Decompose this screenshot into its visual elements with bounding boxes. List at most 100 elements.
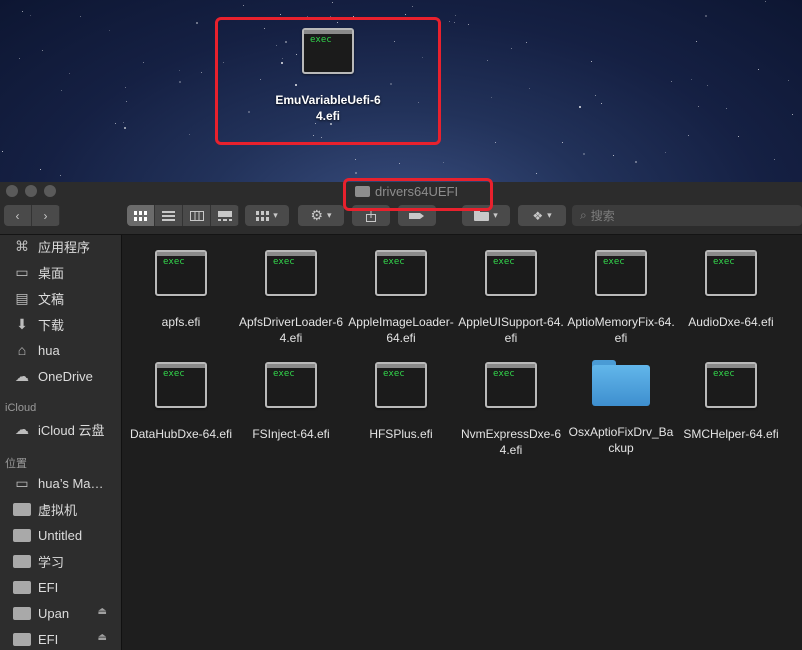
file-name: AppleUISupport-64.efi <box>458 315 564 345</box>
file-name: FSInject-64.efi <box>252 427 330 441</box>
star <box>487 60 489 62</box>
star <box>737 135 739 137</box>
file-item[interactable]: exec ApfsDriverLoader-64.efi <box>235 235 347 346</box>
star <box>69 72 71 74</box>
sidebar-item-label: 应用程序 <box>38 239 91 255</box>
star <box>196 21 199 24</box>
file-name: HFSPlus.efi <box>369 427 433 441</box>
exec-file-icon: exec <box>705 250 757 296</box>
folder-item[interactable]: OsxAptioFixDrv_Backup <box>565 347 677 456</box>
sidebar-item-label: hua’s Ma… <box>38 475 104 491</box>
minimize-button[interactable] <box>25 185 37 197</box>
star <box>411 6 413 8</box>
gallery-view-button[interactable] <box>211 205 239 226</box>
exec-file-icon: exec <box>375 250 427 296</box>
star <box>495 142 497 144</box>
file-item[interactable]: exec NvmExpressDxe-64.efi <box>455 347 567 458</box>
star <box>526 41 528 43</box>
sidebar-item[interactable]: EFI <box>12 628 58 650</box>
star <box>468 23 470 25</box>
eject-icon[interactable]: ⏏ <box>98 632 107 643</box>
sidebar-item[interactable]: EFI <box>12 576 58 598</box>
star <box>697 105 699 107</box>
star <box>695 41 697 43</box>
sidebar-item[interactable]: ▤ 文稿 <box>12 287 64 309</box>
file-item[interactable]: exec AptioMemoryFix-64.efi <box>565 235 677 346</box>
dropbox-button[interactable]: ❖ ▾ <box>518 205 566 226</box>
dropbox-icon: ❖ <box>532 208 544 223</box>
icon-view-button[interactable] <box>127 205 155 226</box>
file-name: SMCHelper-64.efi <box>683 427 779 441</box>
sidebar-item[interactable]: ☁ iCloud 云盘 <box>12 418 104 440</box>
folder-icon <box>12 527 32 543</box>
file-item[interactable]: exec apfs.efi <box>125 235 237 330</box>
file-item[interactable]: exec AppleUISupport-64.efi <box>455 235 567 346</box>
star <box>448 20 450 22</box>
cloud-icon: ☁ <box>15 367 29 384</box>
sidebar: ⌘ 应用程序 ▭ 桌面 ▤ 文稿 ⬇ 下载 ⌂ hua ☁ OneDrive iCloud ☁ iCloud… <box>0 235 122 650</box>
forward-button[interactable]: › <box>32 205 60 226</box>
star <box>613 154 615 156</box>
sidebar-item[interactable]: ⌂ hua <box>12 339 60 361</box>
star <box>511 48 513 50</box>
star <box>758 68 760 70</box>
column-view-button[interactable] <box>183 205 211 226</box>
sidebar-item[interactable]: ▭ hua’s Ma… <box>12 472 104 494</box>
sidebar-section-locations: 位置 <box>5 458 27 470</box>
star <box>126 100 128 102</box>
sidebar-item[interactable]: ☁ OneDrive <box>12 365 93 387</box>
highlight-box-desktop-file <box>215 17 441 145</box>
file-name: AptioMemoryFix-64.efi <box>567 315 675 345</box>
star <box>60 175 62 177</box>
sidebar-item[interactable]: 学习 <box>12 550 64 572</box>
folder-icon <box>12 501 32 517</box>
zoom-button[interactable] <box>44 185 56 197</box>
star <box>125 86 127 88</box>
star <box>788 80 790 82</box>
desktop-icon: ▭ <box>15 263 29 280</box>
sidebar-item[interactable]: Untitled <box>12 524 82 546</box>
sidebar-item-label: hua <box>38 342 60 358</box>
file-item[interactable]: exec HFSPlus.efi <box>345 347 457 442</box>
chevron-down-icon: ▾ <box>327 210 332 220</box>
exec-file-icon: exec <box>375 362 427 408</box>
star <box>2 151 4 153</box>
laptop-icon: ▭ <box>15 474 29 491</box>
view-mode-control <box>127 205 239 226</box>
sidebar-item[interactable]: ▭ 桌面 <box>12 261 64 283</box>
folder-icon <box>12 553 32 569</box>
file-item[interactable]: exec AppleImageLoader-64.efi <box>345 235 457 346</box>
search-field[interactable]: ⌕ 搜索 <box>572 205 802 226</box>
sidebar-item[interactable]: Upan <box>12 602 69 624</box>
sidebar-item[interactable]: ⌘ 应用程序 <box>12 235 90 257</box>
file-name: AppleImageLoader-64.efi <box>348 315 454 345</box>
gear-icon: ⚙ <box>310 207 324 223</box>
back-button[interactable]: ‹ <box>4 205 32 226</box>
star <box>562 141 564 143</box>
file-item[interactable]: exec FSInject-64.efi <box>235 347 347 442</box>
folder-icon <box>12 605 32 621</box>
star <box>528 88 530 90</box>
folder-icon <box>12 579 32 595</box>
star <box>123 127 126 130</box>
sidebar-item[interactable]: ⬇ 下载 <box>12 313 64 335</box>
list-view-button[interactable] <box>155 205 183 226</box>
share-icon <box>366 209 376 222</box>
star <box>179 81 182 84</box>
action-menu-button[interactable]: ⚙ ▾ <box>298 205 344 226</box>
star <box>536 172 538 174</box>
eject-icon[interactable]: ⏏ <box>98 606 107 617</box>
file-item[interactable]: exec DataHubDxe-64.efi <box>125 347 237 442</box>
star <box>178 70 180 72</box>
sidebar-item-label: 桌面 <box>38 265 65 281</box>
file-item[interactable]: exec AudioDxe-64.efi <box>675 235 787 330</box>
sidebar-item[interactable]: 虚拟机 <box>12 498 77 520</box>
file-item[interactable]: exec SMCHelper-64.efi <box>675 347 787 442</box>
star <box>773 159 775 161</box>
star <box>22 10 23 12</box>
star <box>40 169 42 171</box>
star <box>726 107 728 109</box>
group-by-button[interactable]: ▾ <box>245 205 289 226</box>
close-button[interactable] <box>6 185 18 197</box>
applications-icon: ⌘ <box>15 237 29 254</box>
